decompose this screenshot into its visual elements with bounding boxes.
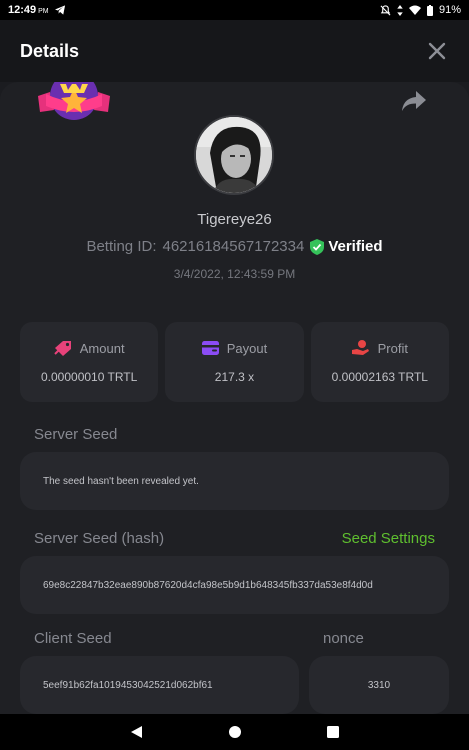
client-seed-box[interactable]: 5eef91b62fa1019453042521d062bf61: [20, 656, 299, 714]
back-triangle-icon: [131, 726, 142, 738]
payout-value: 217.3 x: [214, 369, 255, 384]
share-icon[interactable]: [401, 90, 427, 112]
verified-label: Verified: [328, 238, 383, 255]
amount-label: Amount: [79, 340, 125, 356]
seed-settings-link[interactable]: Seed Settings: [342, 530, 435, 547]
profit-label: Profit: [377, 340, 408, 356]
recents-square-icon: [326, 726, 339, 738]
server-seed-box: The seed hasn't been revealed yet.: [20, 452, 449, 510]
server-seed-hash-value[interactable]: 69e8c22847b32eae890b87620d4cfa98e5b9d1b6…: [43, 580, 373, 591]
stats-row: Amount 0.00000010 TRTL Payout 217.3 x Pr…: [20, 322, 449, 402]
page-title: Details: [20, 40, 80, 61]
server-seed-value: The seed hasn't been revealed yet.: [43, 475, 199, 487]
verified-shield-icon: [310, 238, 325, 255]
profit-hand-coin-icon: [351, 340, 369, 355]
win-badge-icon: [38, 82, 110, 120]
betting-id-label: Betting ID:: [86, 238, 157, 255]
username: Tigereye26: [197, 211, 272, 228]
close-icon[interactable]: [425, 39, 449, 63]
betting-id-value: 46216184567172334: [162, 238, 305, 255]
avatar: [194, 115, 274, 195]
payout-label: Payout: [226, 340, 268, 356]
back-button[interactable]: [127, 722, 147, 742]
verified-badge: Verified: [310, 238, 383, 255]
status-time: 12:49 PM: [8, 4, 49, 16]
server-seed-hash-label: Server Seed (hash): [34, 530, 165, 547]
server-seed-label: Server Seed: [34, 426, 118, 443]
amount-card: Amount 0.00000010 TRTL: [20, 322, 159, 402]
home-button[interactable]: [225, 722, 245, 742]
client-seed-value[interactable]: 5eef91b62fa1019453042521d062bf61: [43, 680, 213, 691]
telegram-icon: [54, 5, 65, 15]
bet-date: 3/4/2022, 12:43:59 PM: [173, 267, 296, 281]
amount-value: 0.00000010 TRTL: [41, 370, 138, 384]
payout-wallet-icon: [201, 341, 219, 355]
server-seed-hash-box[interactable]: 69e8c22847b32eae890b87620d4cfa98e5b9d1b6…: [20, 556, 449, 614]
status-bar: 12:49 PM 91%: [0, 0, 469, 20]
betting-id-row: Betting ID: 46216184567172334 Verified: [0, 238, 469, 255]
recents-button[interactable]: [323, 722, 343, 742]
profit-value: 0.00002163 TRTL: [331, 370, 428, 384]
data-arrows-icon: [397, 4, 403, 16]
avatar-portrait-image: [196, 117, 272, 193]
nonce-label: nonce: [323, 630, 364, 647]
home-circle-icon: [228, 726, 241, 738]
navigation-bar: [0, 714, 469, 750]
payout-card: Payout 217.3 x: [165, 322, 304, 402]
details-card: Tigereye26 Betting ID: 46216184567172334…: [0, 82, 469, 714]
battery-icon: [426, 4, 433, 16]
mute-icon: [380, 4, 391, 15]
battery-percent: 91%: [438, 4, 461, 16]
wifi-icon: [408, 5, 421, 15]
amount-tag-icon: [54, 341, 71, 356]
nonce-value[interactable]: 3310: [368, 680, 390, 691]
nonce-box[interactable]: 3310: [309, 656, 449, 714]
details-header: Details: [0, 20, 469, 82]
client-seed-label: Client Seed: [34, 630, 112, 647]
profit-card: Profit 0.00002163 TRTL: [310, 322, 449, 402]
